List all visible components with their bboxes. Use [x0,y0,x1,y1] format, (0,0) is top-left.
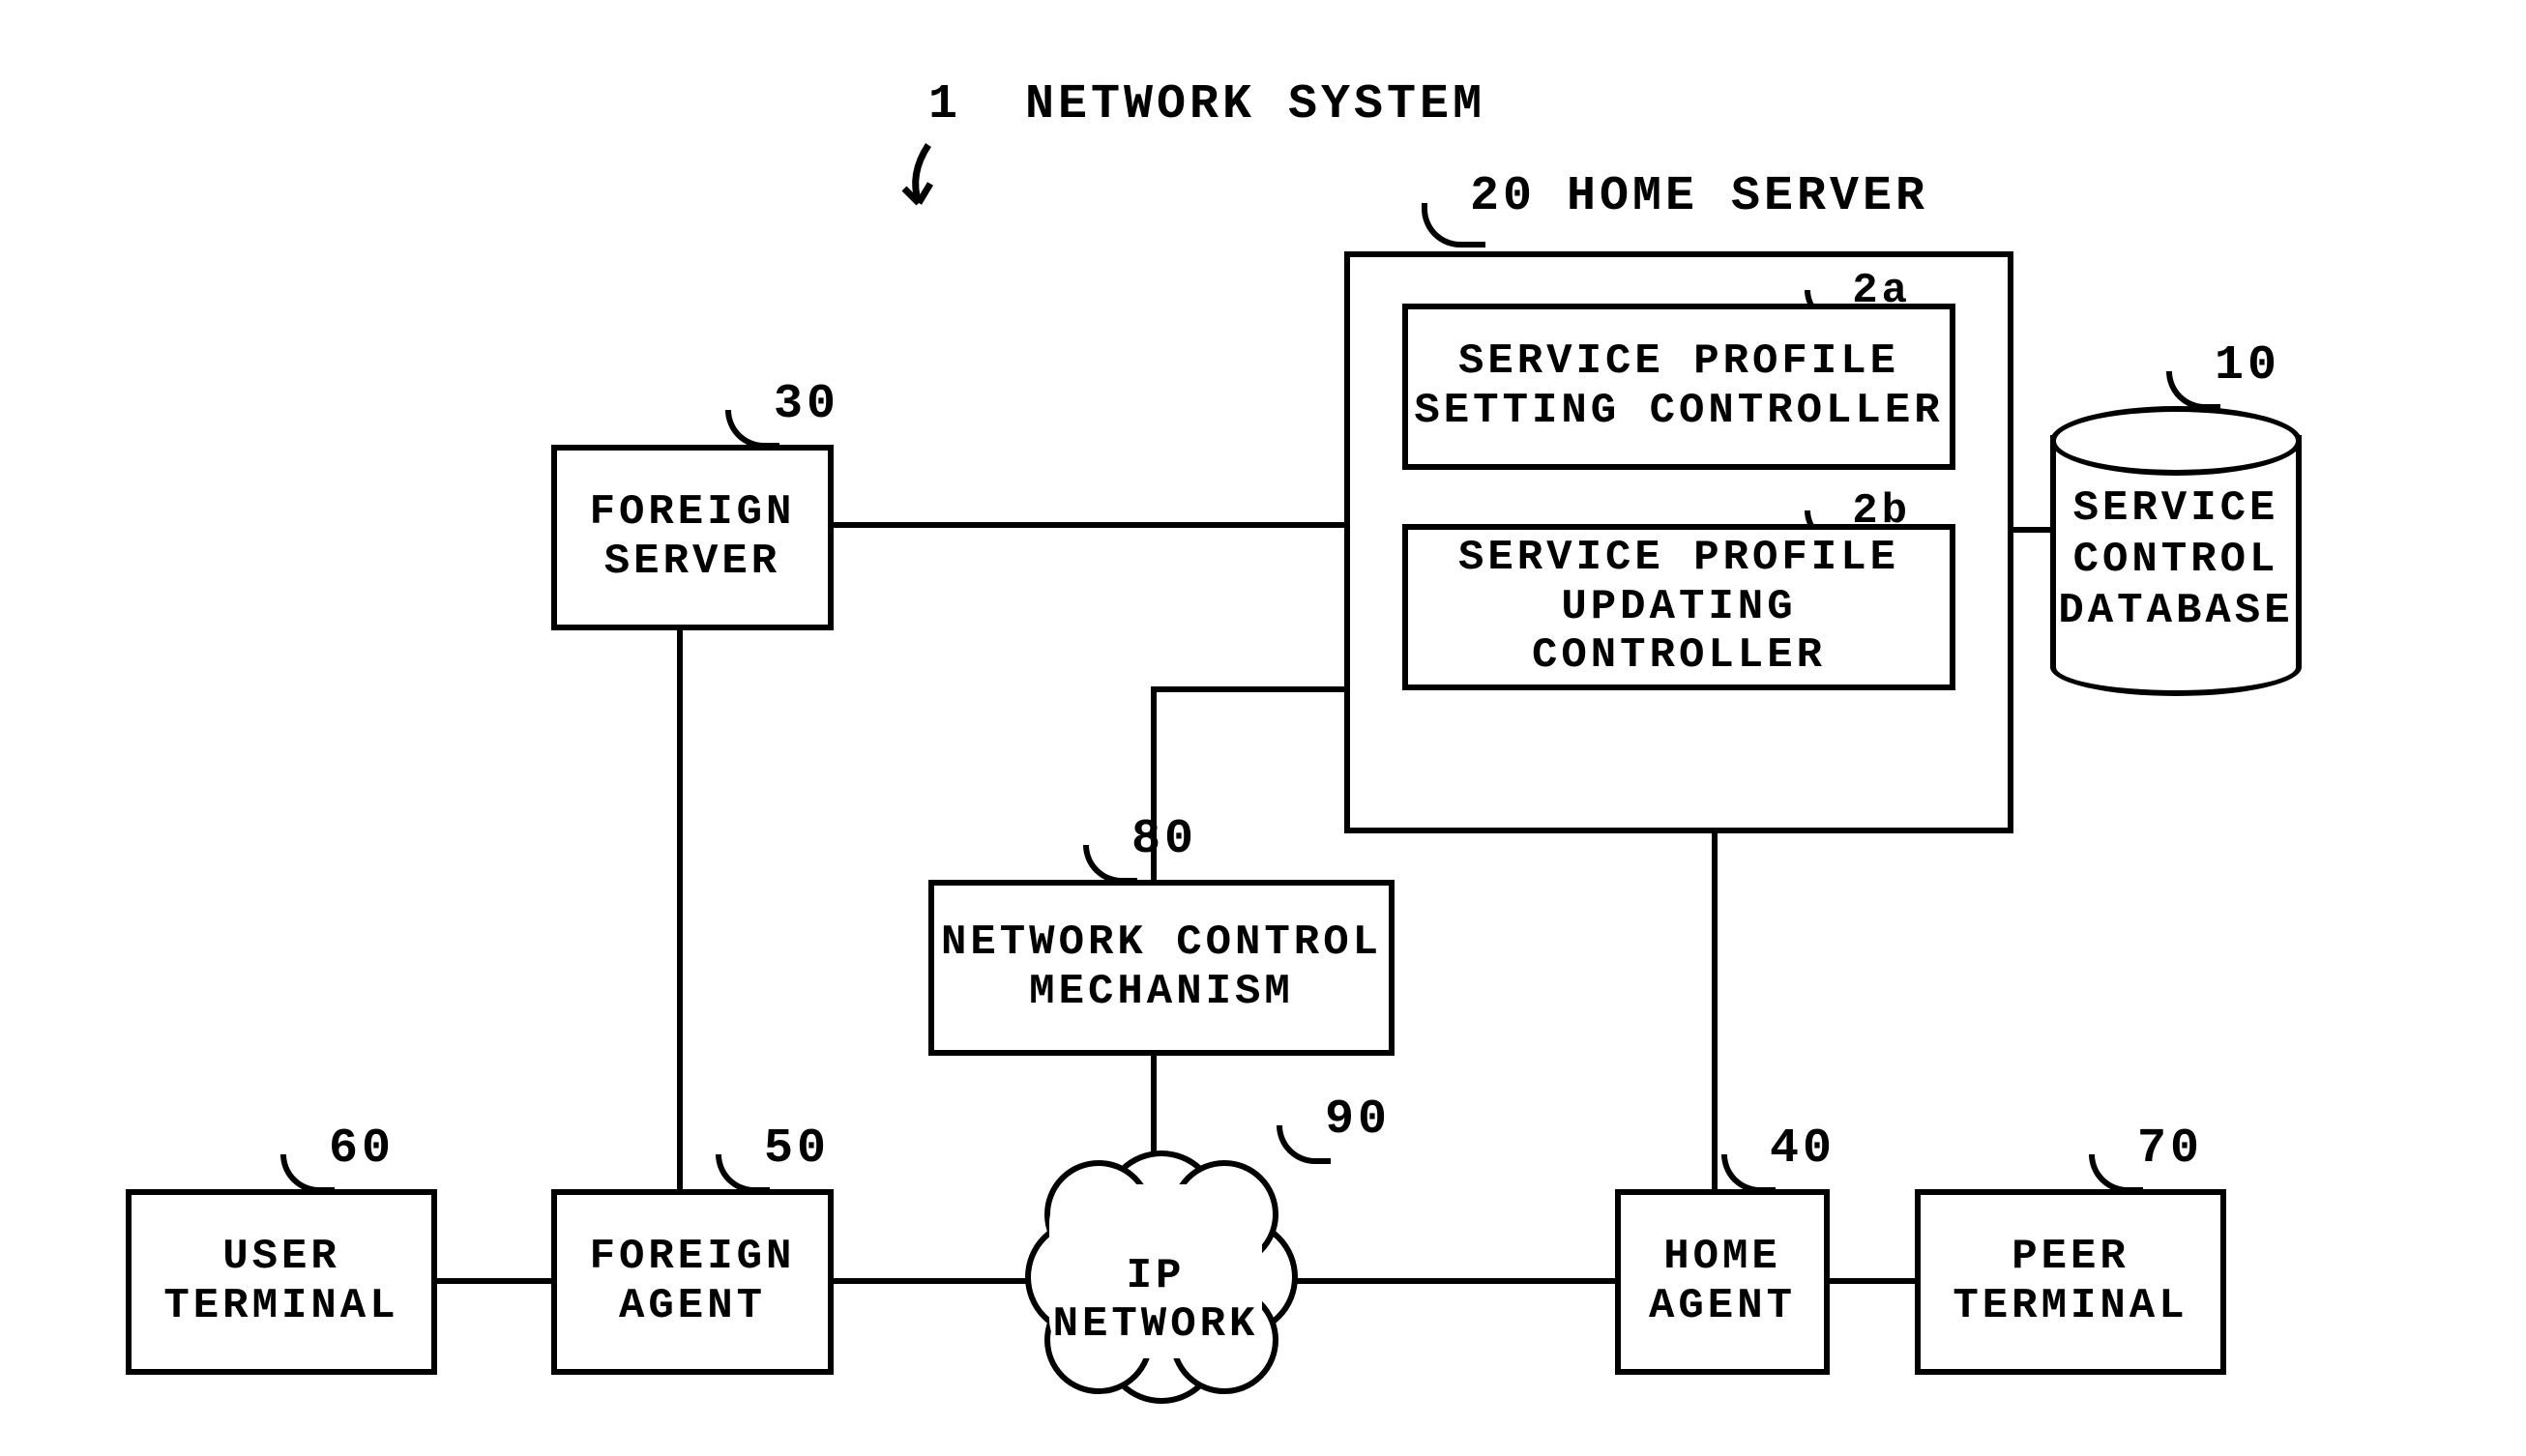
leader-line [280,1154,335,1193]
sp-setting-line2: SETTING CONTROLLER [1414,387,1943,436]
ref-number-ncm: 80 [1131,812,1197,867]
diagram-title: NETWORK SYSTEM [1025,77,1485,132]
sp-setting-line1: SERVICE PROFILE [1458,337,1899,387]
foreign-server-line1: FOREIGN [590,488,796,538]
db-line2: CONTROL [2050,535,2302,586]
connector [677,619,683,1189]
ref-number-ip-network: 90 [1325,1092,1391,1148]
ref-number-foreign-agent: 50 [764,1121,830,1177]
ref-number-foreign-server: 30 [774,377,839,432]
home-agent-box: HOME AGENT [1615,1189,1830,1375]
home-server-box: 2a SERVICE PROFILE SETTING CONTROLLER 2b… [1344,251,2013,833]
diagram-ref-number: 1 [928,77,961,132]
peer-terminal-box: PEER TERMINAL [1915,1189,2226,1375]
foreign-agent-line2: AGENT [619,1282,766,1331]
leader-line [2166,371,2220,410]
leader-line [725,410,779,449]
home-agent-line2: AGENT [1649,1282,1796,1331]
ref-number-home-agent: 40 [1770,1121,1836,1177]
connector [1151,1044,1157,1160]
user-terminal-line2: TERMINAL [163,1282,398,1331]
sp-update-line2: UPDATING CONTROLLER [1408,583,1950,681]
sp-updating-controller-box: SERVICE PROFILE UPDATING CONTROLLER [1402,524,1955,690]
sp-update-line1: SERVICE PROFILE [1458,534,1899,583]
home-agent-line1: HOME [1663,1233,1781,1282]
ip-network-cloud: IP NETWORK [1015,1150,1296,1392]
connector [1151,686,1344,692]
network-control-mechanism-box: NETWORK CONTROL MECHANISM [928,880,1395,1056]
sp-setting-controller-box: SERVICE PROFILE SETTING CONTROLLER [1402,304,1955,470]
user-terminal-box: USER TERMINAL [126,1189,437,1375]
ref-number-user-terminal: 60 [329,1121,395,1177]
leader-line [1721,1154,1776,1193]
connector [416,1278,561,1284]
service-control-database: SERVICE CONTROL DATABASE [2050,406,2302,696]
leader-line [1083,845,1137,884]
foreign-server-line2: SERVER [604,538,780,587]
connector [1712,802,1718,1189]
label-home-server: HOME SERVER [1567,169,1928,224]
foreign-agent-box: FOREIGN AGENT [551,1189,834,1375]
foreign-server-box: FOREIGN SERVER [551,445,834,630]
db-line1: SERVICE [2050,483,2302,535]
arrow-icon [870,135,948,232]
leader-line [716,1154,770,1193]
connector [812,522,1344,528]
db-line3: DATABASE [2050,586,2302,637]
user-terminal-line1: USER [222,1233,340,1282]
foreign-agent-line1: FOREIGN [590,1233,796,1282]
peer-terminal-line1: PEER [2012,1233,2129,1282]
ncm-line1: NETWORK CONTROL [941,918,1382,968]
ip-network-label: IP NETWORK [1015,1252,1296,1349]
ncm-line2: MECHANISM [1029,968,1294,1017]
peer-terminal-line2: TERMINAL [1953,1282,2188,1331]
ref-number-peer-terminal: 70 [2137,1121,2203,1177]
leader-line [2089,1154,2143,1193]
connector [1286,1278,1625,1284]
ref-number-db: 10 [2215,338,2280,393]
leader-line [1422,203,1485,248]
